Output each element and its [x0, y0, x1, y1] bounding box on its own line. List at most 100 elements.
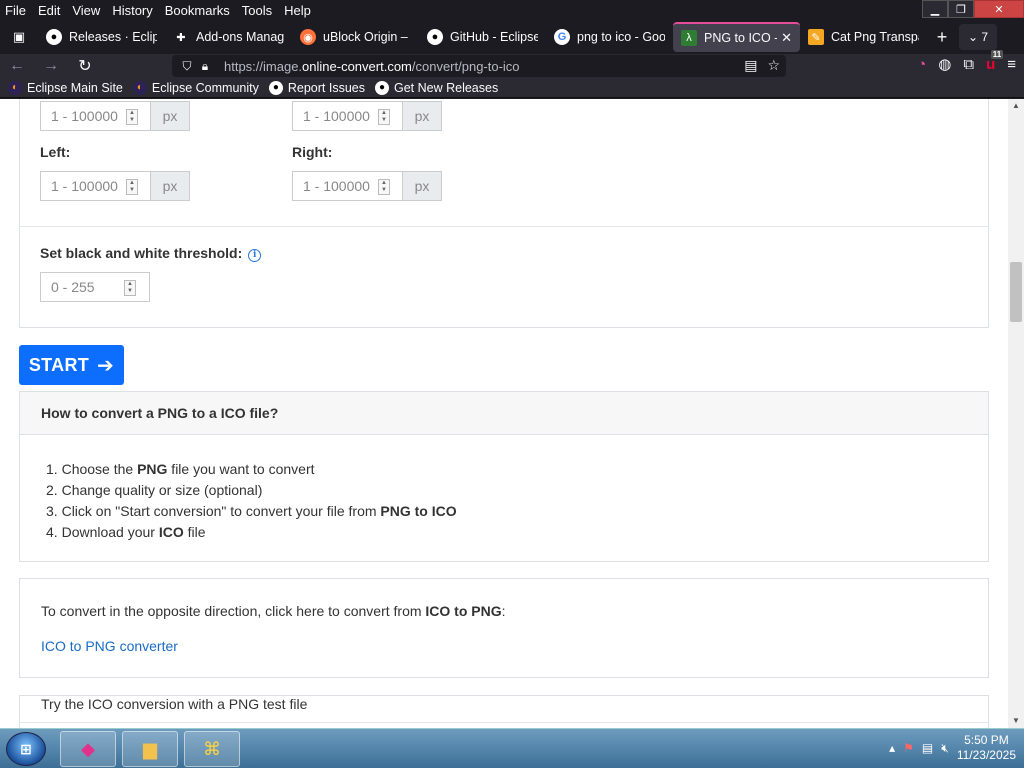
tab-ublock[interactable]: ◉ uBlock Origin –: [292, 22, 419, 52]
list-item: 1. Choose the PNG file you want to conve…: [46, 461, 315, 477]
top-size-input-group: 1 - 100000 ▲ ▼ px: [40, 101, 190, 131]
menu-bar: File Edit View History Bookmarks Tools H…: [0, 0, 1024, 20]
spinner-icon[interactable]: ▲ ▼: [378, 109, 390, 125]
menu-tools[interactable]: Tools: [236, 3, 278, 18]
right-input-group: 1 - 100000 ▲ ▼ px: [292, 171, 442, 201]
image-icon: ✎: [808, 29, 824, 45]
bookmark-eclipse-main[interactable]: ◐ Eclipse Main Site: [8, 80, 123, 95]
menu-view[interactable]: View: [66, 3, 106, 18]
tab-google[interactable]: G png to ico - Goo: [546, 22, 673, 52]
start-button[interactable]: START ➔: [19, 345, 124, 385]
chevron-down-icon: ⌄: [967, 30, 979, 44]
howto-panel: How to convert a PNG to a ICO file? 1. C…: [19, 391, 989, 562]
maximize-icon[interactable]: ❐: [948, 0, 974, 18]
tray-expand-icon[interactable]: ▴: [889, 741, 895, 755]
tab-github-eclipse[interactable]: ● GitHub - Eclipse: [419, 22, 546, 52]
threshold-input-group: 0 - 255 ▲ ▼: [40, 272, 150, 302]
close-tab-icon[interactable]: ✕: [777, 30, 792, 46]
shield-icon[interactable]: ⛉: [178, 59, 196, 74]
new-tab-icon[interactable]: +: [927, 22, 957, 52]
github-icon: ●: [374, 80, 389, 95]
github-icon: ●: [46, 29, 62, 45]
taskbar-app-cube-icon[interactable]: ◆: [60, 731, 116, 767]
list-item: 2. Change quality or size (optional): [46, 482, 263, 498]
left-label: Left:: [40, 144, 71, 160]
system-clock[interactable]: 5:50 PM 11/23/2025: [957, 733, 1016, 763]
menu-history[interactable]: History: [106, 3, 158, 18]
firefox-account-ring-icon[interactable]: ◔: [917, 56, 926, 73]
reader-view-icon[interactable]: ▤: [744, 57, 757, 74]
puzzle-icon: ✚: [176, 31, 186, 44]
close-window-icon[interactable]: ✕: [974, 0, 1024, 18]
github-icon: ●: [268, 80, 283, 95]
google-icon: G: [554, 29, 570, 45]
page-scrollbar[interactable]: ▲ ▼: [1008, 99, 1024, 728]
taskbar-file-explorer-icon[interactable]: ▆: [122, 731, 178, 767]
unit-label: px: [150, 101, 190, 131]
info-icon[interactable]: i: [248, 248, 262, 262]
scroll-up-icon[interactable]: ▲: [1008, 99, 1024, 113]
list-all-tabs-button[interactable]: ⌄ 7: [959, 24, 997, 50]
menu-file[interactable]: File: [0, 3, 32, 18]
firefox-icon: ◉: [300, 29, 316, 45]
spinner-icon[interactable]: ▲ ▼: [378, 179, 390, 195]
tab-addons[interactable]: ✚ Add-ons Manager: [165, 22, 292, 52]
taskbar: ⊞ ◆ ▆ ⌘ ▴ ⚑ ▤ 🔇︎ 5:50 PM 11/23/2025: [0, 728, 1024, 768]
bookmark-eclipse-community[interactable]: ◐ Eclipse Community: [132, 80, 259, 95]
github-icon: ●: [427, 29, 443, 45]
menu-help[interactable]: Help: [278, 3, 317, 18]
hamburger-menu-icon[interactable]: ≡: [1007, 56, 1016, 73]
howto-steps: 1. Choose the PNG file you want to conve…: [46, 459, 457, 543]
extensions-icon[interactable]: ⧉: [963, 56, 974, 73]
forward-icon[interactable]: →: [34, 54, 68, 78]
online-convert-icon: λ: [681, 30, 697, 46]
bottom-size-input[interactable]: 1 - 100000 ▲ ▼: [292, 101, 402, 131]
opposite-direction-panel: To convert in the opposite direction, cl…: [19, 578, 989, 678]
eclipse-icon: ◐: [8, 80, 22, 95]
left-input-group: 1 - 100000 ▲ ▼ px: [40, 171, 190, 201]
left-input[interactable]: 1 - 100000 ▲ ▼: [40, 171, 150, 201]
url-bar[interactable]: ⛉ 🔒︎ https://image.online-convert.com/co…: [172, 55, 786, 77]
threshold-input[interactable]: 0 - 255 ▲ ▼: [40, 272, 150, 302]
taskbar-python-icon[interactable]: ⌘: [184, 731, 240, 767]
windows-start-icon[interactable]: ⊞: [6, 732, 46, 766]
scroll-thumb[interactable]: [1010, 262, 1022, 322]
opposite-text: To convert in the opposite direction, cl…: [41, 603, 506, 619]
minimize-icon[interactable]: ▁: [922, 0, 948, 18]
tray-flag-icon[interactable]: ⚑: [903, 741, 914, 755]
spinner-icon[interactable]: ▲ ▼: [126, 109, 138, 125]
bookmark-report-issues[interactable]: ● Report Issues: [268, 80, 365, 95]
system-tray: ▴ ⚑ ▤ 🔇︎ 5:50 PM 11/23/2025: [889, 733, 1016, 763]
spinner-icon[interactable]: ▲ ▼: [124, 280, 136, 296]
bookmarks-toolbar: ◐ Eclipse Main Site ◐ Eclipse Community …: [0, 78, 1024, 98]
top-size-input[interactable]: 1 - 100000 ▲ ▼: [40, 101, 150, 131]
bookmark-get-new-releases[interactable]: ● Get New Releases: [374, 80, 498, 95]
scroll-down-icon[interactable]: ▼: [1008, 714, 1024, 728]
reload-icon[interactable]: ↻: [68, 54, 102, 78]
tray-network-icon[interactable]: ▤: [922, 741, 933, 755]
right-input[interactable]: 1 - 100000 ▲ ▼: [292, 171, 402, 201]
menu-bookmarks[interactable]: Bookmarks: [159, 3, 236, 18]
unit-label: px: [402, 101, 442, 131]
account-icon[interactable]: ◍: [938, 55, 951, 73]
spinner-icon[interactable]: ▲ ▼: [126, 179, 138, 195]
tab-png-to-ico[interactable]: λ PNG to ICO - ✕: [673, 22, 800, 52]
ublock-icon[interactable]: u 11: [986, 49, 1004, 73]
divider: [20, 226, 988, 227]
tray-volume-muted-icon[interactable]: 🔇︎: [941, 741, 949, 756]
menu-edit[interactable]: Edit: [32, 3, 66, 18]
unit-label: px: [150, 171, 190, 201]
back-icon[interactable]: ←: [0, 54, 34, 78]
test-file-panel: Try the ICO conversion with a PNG test f…: [19, 695, 989, 728]
tab-releases[interactable]: ● Releases · Eclipse: [38, 22, 165, 52]
eclipse-icon: ◐: [132, 80, 147, 95]
page-content: 1 - 100000 ▲ ▼ px 1 - 100000 ▲ ▼ px Left: Ri…: [0, 99, 1008, 728]
tab-cat-png[interactable]: ✎ Cat Png Transpa: [800, 22, 927, 52]
firefox-view-icon[interactable]: ▣: [0, 22, 38, 52]
test-file-text: Try the ICO conversion with a PNG test f…: [41, 696, 308, 712]
tab-strip: ▣ ● Releases · Eclipse ✚ Add-ons Manager…: [0, 20, 1024, 54]
ico-to-png-link[interactable]: ICO to PNG converter: [41, 638, 178, 654]
bookmark-star-icon[interactable]: ☆: [767, 57, 780, 74]
lock-icon[interactable]: 🔒︎: [196, 59, 214, 74]
unit-label: px: [402, 171, 442, 201]
